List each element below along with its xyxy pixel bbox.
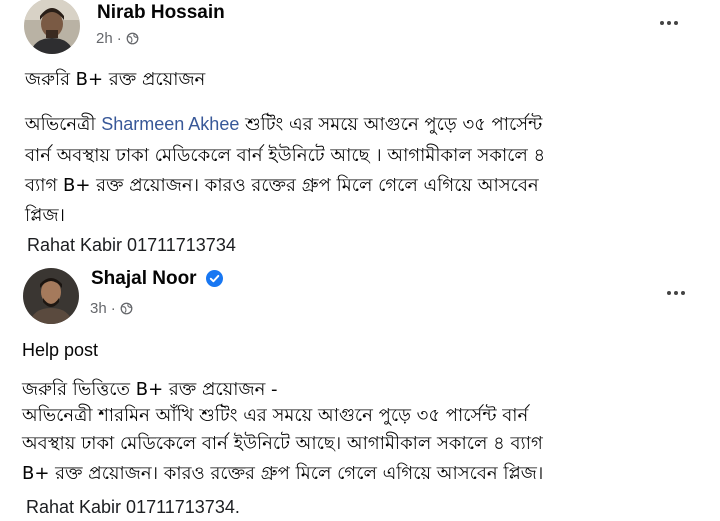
more-options-button[interactable] [652, 12, 686, 34]
post-body-line-1: জরুরি ভিত্তিতে B+ রক্ত প্রয়োজন - [22, 379, 278, 400]
more-options-button[interactable] [659, 282, 693, 304]
post-intro: Help post [22, 340, 99, 360]
globe-icon [126, 32, 139, 45]
contact-info: Rahat Kabir 01711713734. [26, 497, 240, 517]
author-name: Shajal Noor [91, 268, 223, 290]
more-options-icon [660, 21, 664, 25]
avatar-photo [23, 268, 79, 324]
avatar[interactable] [23, 268, 79, 324]
author-name-text[interactable]: Shajal Noor [91, 268, 197, 289]
more-options-icon [667, 291, 671, 295]
post-meta: 2h · [96, 30, 139, 47]
meta-separator: · [116, 30, 122, 47]
body-text: অভিনেত্রী [25, 114, 96, 135]
post-body-line-4: প্লিজ। [25, 205, 65, 226]
post-body-line-3: ব্যাগ B+ রক্ত প্রয়োজন। কারও রক্তের গ্রু… [25, 175, 539, 196]
post-body-line-4: B+ রক্ত প্রয়োজন। কারও রক্তের গ্রুপ মিলে… [22, 463, 544, 484]
author-name[interactable]: Nirab Hossain [97, 2, 225, 24]
contact-info: Rahat Kabir 01711713734 [27, 235, 236, 255]
mention-link[interactable]: Sharmeen Akhee [101, 114, 239, 134]
body-text: শুটিং এর সময়ে আগুনে পুড়ে ৩৫ পার্সেন্ট [245, 114, 543, 135]
meta-separator: · [110, 300, 116, 317]
avatar[interactable] [24, 0, 80, 54]
post-body-line-2: অভিনেত্রী শারমিন আঁখি শুটিং এর সময়ে আগু… [22, 405, 529, 426]
post-nirab-hossain: Nirab Hossain 2h · জরুরি B+ রক্ত প্রয়োজ… [0, 0, 720, 262]
post-shajal-noor: Shajal Noor 3h · Help post জরুরি ভিত্তিত… [0, 262, 720, 521]
post-body-line-2: বার্ন অবস্থায় ঢাকা মেডিকেলে বার্ন ইউনিট… [25, 145, 546, 166]
post-title: জরুরি B+ রক্ত প্রয়োজন [25, 69, 206, 90]
post-time[interactable]: 3h [90, 300, 107, 317]
globe-icon [120, 302, 133, 315]
verified-badge-icon [205, 270, 223, 288]
post-body-line-1: অভিনেত্রী Sharmeen Akhee শুটিং এর সময়ে … [25, 112, 542, 137]
post-time[interactable]: 2h [96, 30, 113, 47]
avatar-photo [24, 0, 80, 54]
post-meta: 3h · [90, 300, 133, 317]
post-body-line-3: অবস্থায় ঢাকা মেডিকেলে বার্ন ইউনিটে আছে।… [22, 433, 543, 454]
